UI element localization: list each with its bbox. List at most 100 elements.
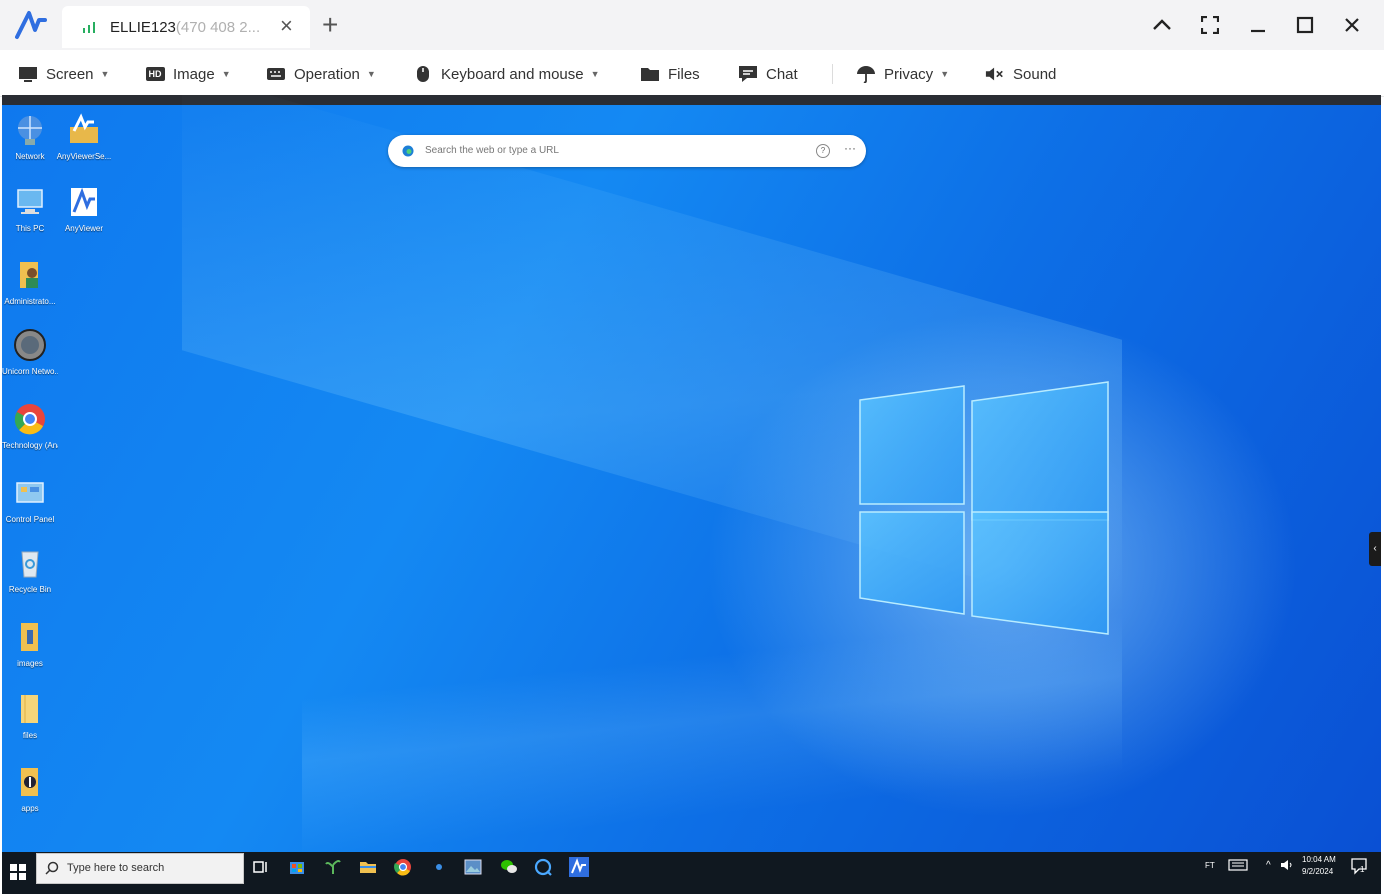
- maximize-icon[interactable]: [1292, 12, 1318, 38]
- desktop-icon-label: Technology (Analyze)...: [2, 441, 58, 450]
- privacy-menu-button[interactable]: Privacy ▼: [856, 63, 949, 85]
- desktop-icon-images[interactable]: images: [2, 620, 58, 669]
- administrator-folder-icon: [20, 262, 38, 288]
- desktop-icon-network[interactable]: Network: [2, 113, 58, 162]
- desktop-icon-technology[interactable]: Technology (Analyze)...: [2, 402, 58, 451]
- desktop-icon-label: AnyViewer: [64, 224, 104, 233]
- edge-search-widget[interactable]: Search the web or type a URL ? ···: [388, 135, 866, 167]
- wallpaper-light-beam-lower: [302, 611, 1122, 859]
- operation-label: Operation: [294, 65, 360, 83]
- more-options-icon[interactable]: ···: [844, 141, 856, 155]
- desktop-icon-label: Administrato...: [4, 297, 56, 306]
- close-window-icon[interactable]: [1339, 12, 1365, 38]
- umbrella-icon: [856, 65, 876, 83]
- files-button[interactable]: Files: [640, 63, 700, 85]
- desktop-icon-files[interactable]: files: [2, 692, 58, 741]
- this-pc-icon: [17, 189, 43, 214]
- speaker-icon[interactable]: [1280, 858, 1296, 872]
- desktop-icon-anyviewer-setup[interactable]: AnyViewerSe...: [56, 113, 112, 162]
- hd-icon: HD: [145, 65, 165, 83]
- operation-menu-button[interactable]: Operation ▼: [266, 63, 376, 85]
- chevron-down-icon: ▼: [100, 69, 110, 79]
- apps-folder-icon: [21, 768, 38, 796]
- side-panel-toggle-icon[interactable]: ‹: [1369, 532, 1381, 566]
- help-icon[interactable]: ?: [816, 144, 830, 158]
- tray-time[interactable]: 10:04 AM: [1302, 855, 1336, 865]
- file-explorer-icon[interactable]: [357, 856, 379, 878]
- chrome-icon[interactable]: [392, 856, 414, 878]
- screen-menu-button[interactable]: Screen ▼: [18, 63, 109, 85]
- chevron-down-icon: ▼: [590, 69, 600, 79]
- anyviewer-icon: [71, 187, 97, 216]
- notification-count: 1: [1360, 865, 1365, 874]
- image-menu-button[interactable]: HD Image ▼: [145, 63, 231, 85]
- search-placeholder: Search the web or type a URL: [425, 145, 559, 156]
- network-icon: [18, 116, 42, 145]
- chevron-down-icon: ▼: [940, 69, 950, 79]
- new-tab-icon[interactable]: +: [322, 10, 338, 40]
- tray-chevron-up-icon[interactable]: ^: [1266, 861, 1271, 871]
- chat-button[interactable]: Chat: [738, 63, 798, 85]
- edge-icon: [402, 145, 414, 157]
- desktop-icon-unicorn-network[interactable]: Unicorn Netwo...: [2, 328, 58, 377]
- keyboard-layout-icon[interactable]: [1228, 857, 1248, 873]
- session-tab[interactable]: ELLIE123(470 408 2... ×: [62, 6, 310, 48]
- qq-browser-icon[interactable]: [532, 856, 554, 878]
- tab-close-icon[interactable]: ×: [280, 14, 293, 38]
- chat-label: Chat: [766, 65, 798, 83]
- mouse-icon: [413, 65, 433, 83]
- windows-logo-wallpaper: [859, 381, 1109, 635]
- anyviewer-taskbar-icon[interactable]: [568, 856, 590, 878]
- tray-language[interactable]: FT: [1205, 861, 1215, 871]
- desktop-icon-label: AnyViewerSe...: [56, 152, 112, 161]
- tab-device-id: (470 408 2...: [175, 19, 261, 36]
- toolbar-divider: [832, 64, 833, 84]
- task-view-icon[interactable]: [250, 856, 272, 878]
- control-panel-icon: [16, 482, 44, 503]
- screen-label: Screen: [46, 65, 94, 83]
- desktop-icon-anyviewer[interactable]: AnyViewer: [56, 185, 112, 234]
- chevron-down-icon: ▼: [366, 69, 376, 79]
- notification-center-icon[interactable]: [1350, 857, 1368, 875]
- tab-device-name: ELLIE123: [110, 19, 176, 36]
- photos-app-icon[interactable]: [462, 856, 484, 878]
- chat-icon: [738, 65, 758, 83]
- taskbar-search-box[interactable]: Type here to search: [36, 853, 244, 884]
- desktop-icon-label: images: [17, 659, 43, 668]
- desktop-icon-recycle-bin[interactable]: Recycle Bin: [2, 546, 58, 595]
- hd-badge: HD: [145, 67, 165, 81]
- desktop-icon-control-panel[interactable]: Control Panel: [2, 476, 58, 525]
- minimize-icon[interactable]: [1245, 12, 1271, 38]
- unicorn-network-icon: [14, 329, 46, 361]
- desktop-icon-label: Unicorn Netwo...: [2, 367, 58, 376]
- recycle-bin-icon: [21, 551, 39, 578]
- collapse-toolbar-icon[interactable]: [1149, 12, 1175, 38]
- title-bar: ELLIE123(470 408 2... × +: [0, 0, 1384, 50]
- technology-chrome-icon: [14, 404, 45, 435]
- desktop-icon-label: files: [22, 731, 38, 740]
- anyviewer-logo-icon: [15, 11, 47, 39]
- desktop-icon-this-pc[interactable]: This PC: [2, 185, 58, 234]
- tray-date[interactable]: 9/2/2024: [1302, 867, 1333, 877]
- plant-app-icon[interactable]: [322, 856, 344, 878]
- taskbar-search-placeholder: Type here to search: [67, 862, 165, 874]
- files-label: Files: [668, 65, 700, 83]
- windows-start-icon[interactable]: [10, 864, 26, 880]
- keyboard-and-mouse-menu-button[interactable]: Keyboard and mouse ▼: [413, 63, 600, 85]
- files-folder-icon: [21, 695, 38, 723]
- desktop-icon-label: apps: [21, 804, 39, 813]
- blue-app-icon[interactable]: [428, 856, 450, 878]
- tab-title: ELLIE123(470 408 2...: [110, 19, 260, 36]
- monitor-icon: [18, 65, 38, 83]
- images-folder-icon: [21, 623, 38, 651]
- remote-desktop-view[interactable]: Search the web or type a URL ? ··· Netwo…: [2, 95, 1381, 894]
- fullscreen-icon[interactable]: [1197, 12, 1223, 38]
- desktop-icon-administrator[interactable]: Administrato...: [2, 258, 58, 307]
- keyboard-icon: [266, 65, 286, 83]
- wechat-icon[interactable]: [498, 856, 520, 878]
- desktop-icon-label: This PC: [15, 224, 45, 233]
- desktop-icon-apps[interactable]: apps: [2, 765, 58, 814]
- privacy-label: Privacy: [884, 65, 934, 83]
- sound-button[interactable]: Sound: [985, 63, 1056, 85]
- store-icon[interactable]: [286, 856, 308, 878]
